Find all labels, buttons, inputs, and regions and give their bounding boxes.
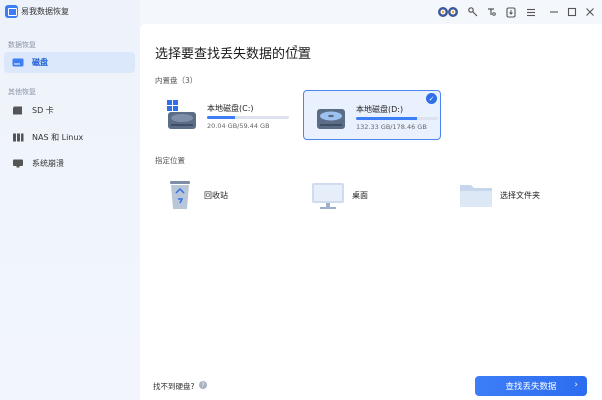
- location-label: 回收站: [204, 190, 228, 200]
- disk-size: 20.04 GB/59.44 GB: [207, 122, 270, 130]
- desktop-icon: [312, 183, 344, 209]
- check-icon: ✓: [426, 93, 437, 104]
- sidebar-item-system-crash[interactable]: 系统崩溃: [4, 153, 135, 174]
- no-disk-link[interactable]: 找不到硬盘?: [153, 381, 194, 392]
- close-icon[interactable]: [583, 5, 597, 19]
- minimize-icon[interactable]: [547, 5, 561, 19]
- scan-button-label: 查找丢失数据: [505, 382, 557, 392]
- location-recycle-bin[interactable]: 回收站: [162, 178, 228, 212]
- nas-icon: [13, 133, 24, 142]
- maximize-icon[interactable]: [565, 5, 579, 19]
- disk-name: 本地磁盘(C:): [207, 104, 254, 113]
- disk-usage-bar: [207, 116, 289, 119]
- folder-icon: [460, 185, 492, 207]
- sidebar-item-disk[interactable]: 磁盘: [4, 52, 135, 73]
- disk-size: 132.33 GB/178.46 GB: [356, 123, 427, 131]
- download-icon[interactable]: [504, 5, 518, 19]
- disk-usage-fill: [356, 117, 417, 120]
- sd-card-icon: [13, 106, 22, 115]
- disk-icon: [317, 109, 345, 129]
- scan-button[interactable]: 查找丢失数据 ›: [475, 376, 587, 396]
- disk-card-d[interactable]: 本地磁盘(D:) 132.33 GB/178.46 GB ✓: [303, 90, 441, 140]
- app-title: 易我数据恢复: [21, 7, 69, 16]
- key-icon[interactable]: [466, 5, 480, 19]
- disk-usage-fill: [207, 116, 235, 119]
- disk-name: 本地磁盘(D:): [356, 105, 404, 114]
- location-label: 桌面: [352, 190, 368, 200]
- sidebar-item-label: NAS 和 Linux: [32, 133, 84, 142]
- internal-disks-label: 内置盘（3）: [155, 76, 198, 85]
- menu-icon[interactable]: [524, 5, 538, 19]
- main-panel: [140, 24, 602, 400]
- user-avatar-icon[interactable]: [436, 5, 460, 19]
- sidebar-item-label: 系统崩溃: [32, 159, 64, 168]
- sidebar-section-title: 数据恢复: [8, 41, 36, 49]
- recycle-bin-icon: [170, 181, 190, 209]
- disk-usage-bar: [356, 117, 438, 120]
- specified-location-label: 指定位置: [155, 156, 185, 165]
- sidebar-section-title: 其他恢复: [8, 88, 36, 96]
- arrow-right-icon: ›: [574, 380, 578, 390]
- sidebar-item-label: SD 卡: [32, 106, 54, 115]
- sidebar-item-label: 磁盘: [32, 58, 48, 67]
- help-icon[interactable]: ?: [199, 381, 207, 389]
- app-logo-icon: [5, 5, 18, 18]
- location-desktop[interactable]: 桌面: [310, 178, 368, 212]
- page-title: 选择要查找丢失数据的位置: [155, 47, 312, 62]
- location-label: 选择文件夹: [500, 190, 540, 200]
- monitor-icon: [13, 159, 23, 168]
- feedback-icon[interactable]: [484, 5, 498, 19]
- refresh-icon[interactable]: ↻: [293, 44, 301, 55]
- windows-disk-icon: [167, 100, 196, 129]
- sidebar-item-nas-linux[interactable]: NAS 和 Linux: [4, 127, 135, 148]
- disk-icon: [12, 58, 24, 67]
- location-select-folder[interactable]: 选择文件夹: [458, 178, 540, 212]
- sidebar-item-sd-card[interactable]: SD 卡: [4, 100, 135, 121]
- disk-card-c[interactable]: 本地磁盘(C:) 20.04 GB/59.44 GB: [155, 90, 293, 140]
- title-bar: 易我数据恢复: [0, 0, 602, 24]
